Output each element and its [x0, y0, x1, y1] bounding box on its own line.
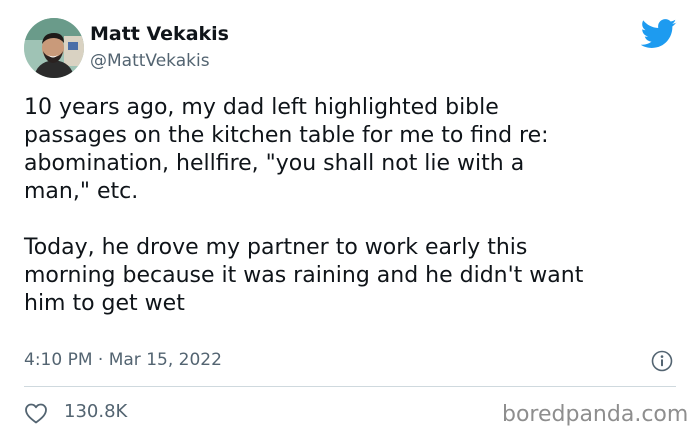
- divider: [24, 386, 676, 387]
- tweet-card: Matt Vekakis @MattVekakis 10 years ago, …: [0, 0, 700, 441]
- avatar[interactable]: [24, 18, 84, 78]
- author-name[interactable]: Matt Vekakis: [90, 23, 229, 45]
- watermark: boredpanda.com: [502, 402, 689, 427]
- twitter-bird-icon[interactable]: [640, 19, 677, 49]
- info-icon[interactable]: [651, 350, 673, 372]
- tweet-timestamp[interactable]: 4:10 PM · Mar 15, 2022: [24, 350, 222, 370]
- like-count[interactable]: 130.8K: [64, 401, 127, 422]
- author-handle[interactable]: @MattVekakis: [90, 51, 210, 71]
- tweet-text: 10 years ago, my dad left highlighted bi…: [24, 95, 584, 316]
- heart-icon[interactable]: [24, 402, 48, 424]
- avatar-image: [24, 18, 84, 78]
